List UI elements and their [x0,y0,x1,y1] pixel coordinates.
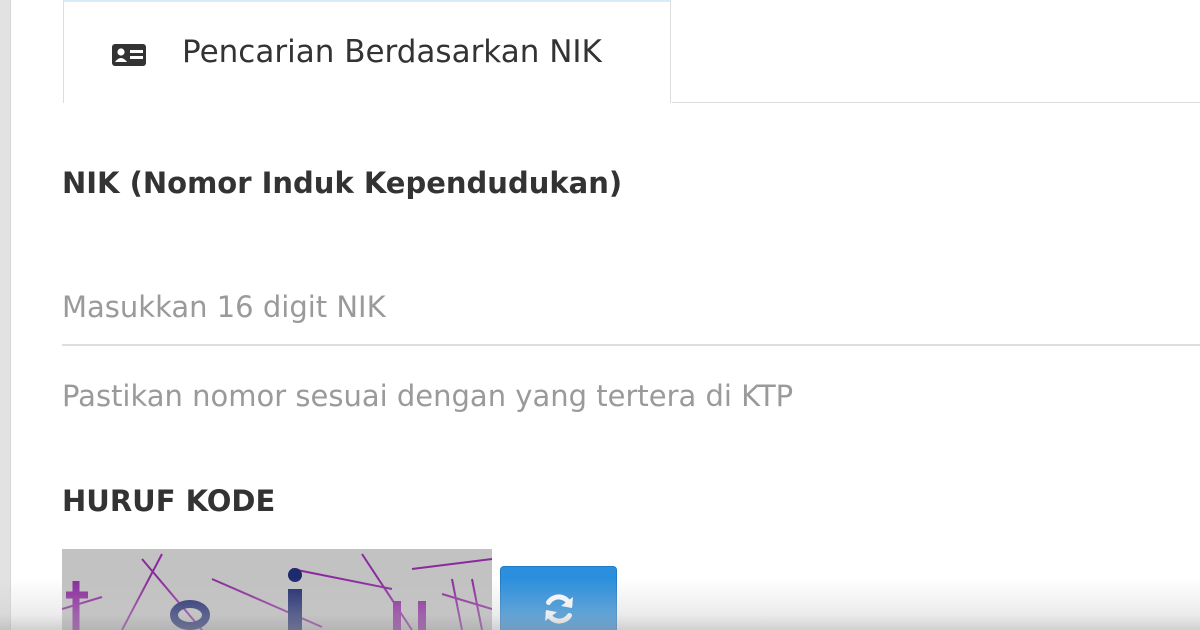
tab-search-by-nik[interactable]: Pencarian Berdasarkan NIK [63,0,671,103]
tab-baseline [672,102,1200,103]
page: Pencarian Berdasarkan NIK NIK (Nomor Ind… [0,0,1200,630]
captcha-noise [62,549,492,630]
refresh-captcha-button[interactable] [500,566,617,630]
id-card-icon [112,44,146,66]
nik-input[interactable] [62,270,1200,346]
nik-label: NIK (Nomor Induk Kependudukan) [62,166,623,200]
left-rail [0,0,11,630]
tab-label: Pencarian Berdasarkan NIK [182,34,602,70]
captcha-image [62,549,492,630]
nik-help-text: Pastikan nomor sesuai dengan yang terter… [62,379,794,413]
refresh-icon [545,594,573,624]
captcha-label: HURUF KODE [62,484,276,518]
